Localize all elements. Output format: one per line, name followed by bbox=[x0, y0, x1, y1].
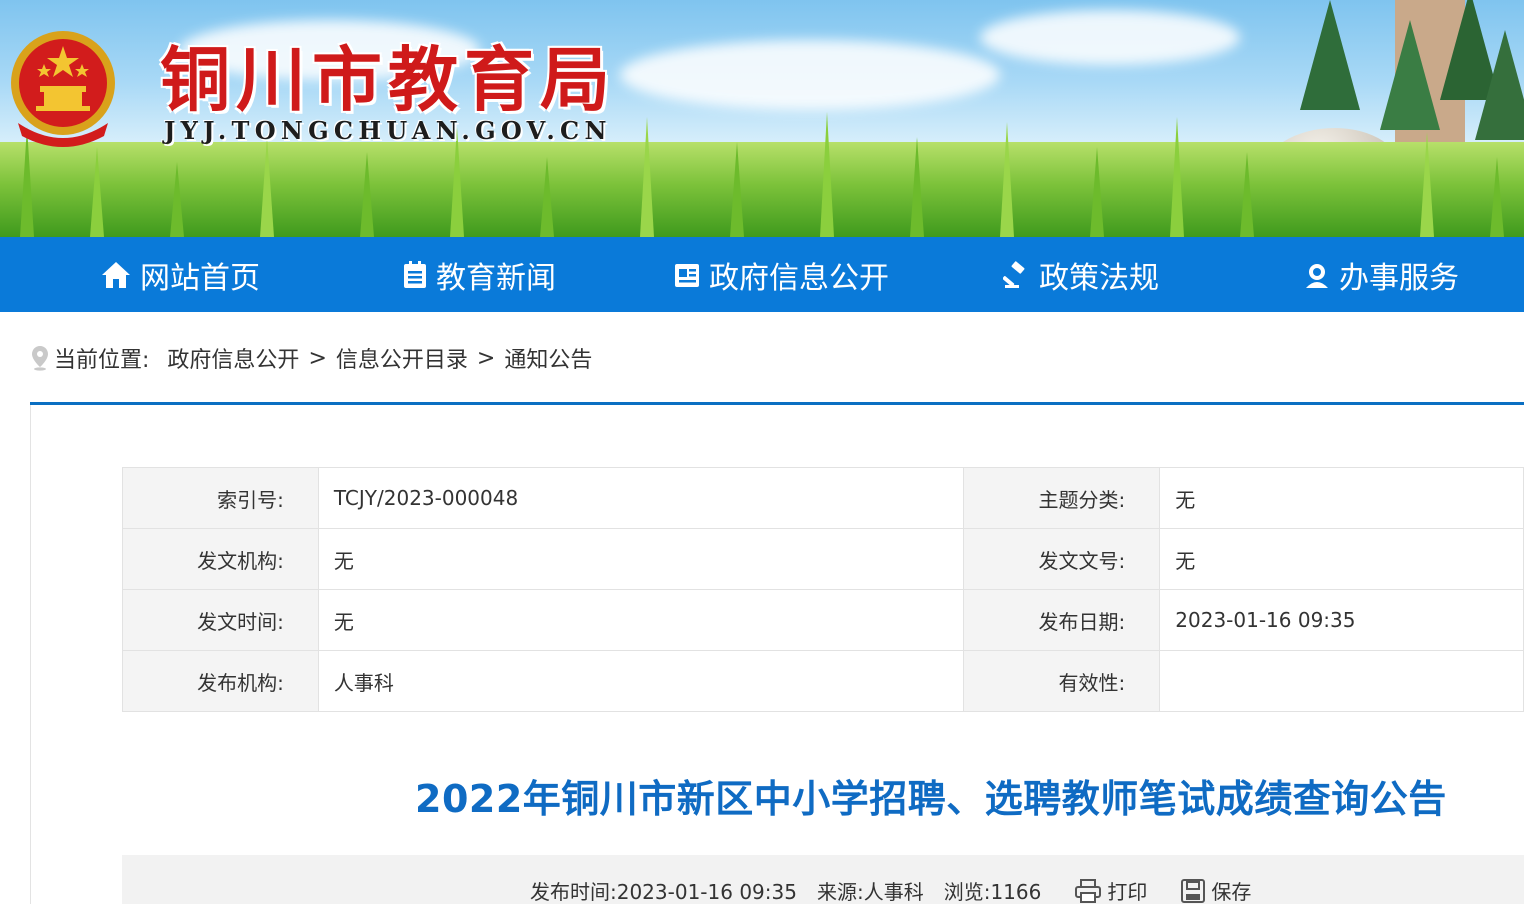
grass-blade bbox=[360, 152, 374, 237]
grass-blade bbox=[1000, 122, 1014, 237]
article-title: 2022年铜川市新区中小学招聘、选聘教师笔试成绩查询公告 bbox=[415, 777, 1447, 821]
nav-item-policy[interactable]: 政策法规 bbox=[1003, 237, 1159, 312]
meta-key-publish-date: 发布日期: bbox=[963, 589, 1161, 651]
table-row: 发布机构: 人事科 有效性: bbox=[122, 650, 1524, 712]
nav-item-gov-info[interactable]: 政府信息公开 bbox=[673, 237, 889, 312]
grass-blade bbox=[730, 142, 744, 237]
grass-blade bbox=[1490, 157, 1504, 237]
meta-value-doc-number: 无 bbox=[1159, 528, 1524, 590]
meta-value-publish-date: 2023-01-16 09:35 bbox=[1159, 589, 1524, 651]
printer-icon bbox=[1075, 878, 1102, 903]
meta-value-issue-time: 无 bbox=[317, 589, 965, 651]
meta-key-issue-time: 发文时间: bbox=[122, 589, 319, 651]
site-title: 铜川市教育局 bbox=[160, 38, 616, 121]
breadcrumb-link-gov-info[interactable]: 政府信息公开 bbox=[167, 342, 299, 374]
save-disk-icon bbox=[1181, 878, 1206, 903]
view-count: 浏览:1166 bbox=[943, 880, 1042, 904]
meta-key-topic: 主题分类: bbox=[963, 467, 1161, 529]
grass-blade bbox=[1090, 147, 1104, 237]
tree-decoration bbox=[1475, 30, 1524, 140]
nav-label: 网站首页 bbox=[140, 260, 260, 296]
article-info-row: 发布时间:2023-01-16 09:35 来源:人事科 浏览:1166 打印 … bbox=[530, 876, 1251, 905]
cloud-decoration bbox=[980, 10, 1240, 65]
table-row: 发文机构: 无 发文文号: 无 bbox=[122, 528, 1524, 590]
nav-label: 办事服务 bbox=[1339, 260, 1459, 296]
print-button[interactable]: 打印 bbox=[1075, 876, 1147, 905]
site-domain: JYJ.TONGCHUAN.GOV.CN bbox=[164, 116, 612, 145]
grass-blade bbox=[820, 112, 834, 237]
breadcrumb-link-notices[interactable]: 通知公告 bbox=[504, 342, 592, 374]
nav-label: 教育新闻 bbox=[436, 260, 556, 296]
nav-item-home[interactable]: 网站首页 bbox=[100, 237, 260, 312]
gavel-icon bbox=[1003, 260, 1025, 288]
grass-blade bbox=[540, 157, 554, 237]
meta-key-validity: 有效性: bbox=[963, 650, 1161, 712]
grass-blade bbox=[640, 117, 654, 237]
tree-decoration bbox=[1380, 20, 1440, 130]
grass-blade bbox=[170, 162, 184, 237]
news-icon bbox=[404, 260, 426, 288]
meta-value-publisher: 人事科 bbox=[317, 650, 965, 712]
meta-value-validity bbox=[1159, 650, 1524, 712]
grass-blade bbox=[1170, 117, 1184, 237]
header-banner: 慕 方 铜川市教育局 JYJ.TONGCHUAN.GOV.CN bbox=[0, 0, 1524, 237]
table-row: 发文时间: 无 发布日期: 2023-01-16 09:35 bbox=[122, 589, 1524, 651]
meta-value-issuer: 无 bbox=[317, 528, 965, 590]
grass-blade bbox=[1240, 152, 1254, 237]
save-label: 保存 bbox=[1211, 880, 1252, 904]
grass-blade bbox=[910, 137, 924, 237]
main-nav: 网站首页 教育新闻 政府信息公开 政策法规 办事服务 bbox=[0, 237, 1524, 312]
grass-blade bbox=[260, 137, 274, 237]
meta-value-index: TCJY/2023-000048 bbox=[317, 467, 965, 529]
tree-decoration bbox=[1300, 0, 1360, 110]
meta-key-publisher: 发布机构: bbox=[122, 650, 319, 712]
grass-blade bbox=[90, 147, 104, 237]
breadcrumb-separator: > bbox=[308, 345, 327, 371]
nav-item-services[interactable]: 办事服务 bbox=[1303, 237, 1459, 312]
table-row: 索引号: TCJY/2023-000048 主题分类: 无 bbox=[122, 467, 1524, 529]
meta-key-index: 索引号: bbox=[122, 467, 319, 529]
nav-label: 政策法规 bbox=[1039, 260, 1159, 296]
grass-decoration bbox=[0, 142, 1524, 237]
breadcrumb-prefix: 当前位置: bbox=[54, 348, 150, 373]
breadcrumb-separator: > bbox=[476, 345, 496, 371]
article-source: 来源:人事科 bbox=[816, 880, 924, 904]
meta-key-issuer: 发文机构: bbox=[122, 528, 319, 590]
cloud-decoration bbox=[620, 40, 1000, 110]
document-meta-table: 索引号: TCJY/2023-000048 主题分类: 无 发文机构: 无 发文… bbox=[122, 467, 1524, 712]
grass-blade bbox=[1420, 132, 1434, 237]
breadcrumb: 当前位置: 政府信息公开 > 信息公开目录 > 通知公告 bbox=[30, 340, 592, 376]
publish-time: 发布时间:2023-01-16 09:35 bbox=[530, 880, 797, 904]
document-icon bbox=[675, 263, 699, 287]
breadcrumb-link-catalog[interactable]: 信息公开目录 bbox=[336, 342, 468, 374]
print-label: 打印 bbox=[1107, 880, 1148, 904]
save-button[interactable]: 保存 bbox=[1181, 876, 1251, 905]
national-emblem-icon bbox=[11, 31, 115, 147]
meta-key-doc-number: 发文文号: bbox=[963, 528, 1161, 590]
nav-item-news[interactable]: 教育新闻 bbox=[402, 237, 556, 312]
location-pin-icon bbox=[32, 346, 48, 371]
meta-value-topic: 无 bbox=[1159, 467, 1524, 529]
user-service-icon bbox=[1306, 263, 1328, 288]
home-icon bbox=[102, 261, 130, 288]
nav-label: 政府信息公开 bbox=[709, 260, 889, 296]
